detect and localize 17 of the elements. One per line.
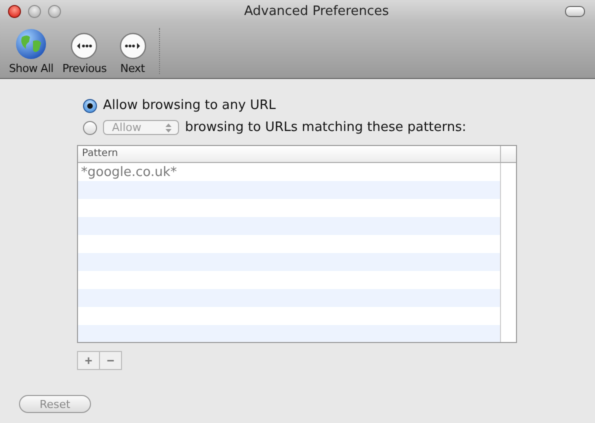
toolbar-button[interactable]: Show All <box>6 22 56 78</box>
zoom-button[interactable] <box>48 4 61 18</box>
globe-icon <box>15 28 48 60</box>
window-title: Advanced Preferences <box>244 4 389 18</box>
toolbar-button[interactable]: Next <box>112 22 153 78</box>
radio-label: Allow browsing to any URL <box>103 98 276 113</box>
radio-button[interactable] <box>83 98 97 112</box>
radio-button[interactable] <box>83 120 97 134</box>
add-button[interactable]: + <box>77 351 100 370</box>
remove-button[interactable]: − <box>99 351 122 370</box>
close-button[interactable] <box>8 4 21 18</box>
table-cell[interactable]: *google.co.uk* <box>78 164 177 180</box>
stepper-arrows-icon <box>165 122 172 132</box>
toolbar-button[interactable]: Previous <box>56 22 113 78</box>
minimize-button[interactable] <box>28 4 41 18</box>
toolbar-toggle-button[interactable] <box>565 6 585 16</box>
radio-label: browsing to URLs matching these patterns: <box>185 120 466 135</box>
